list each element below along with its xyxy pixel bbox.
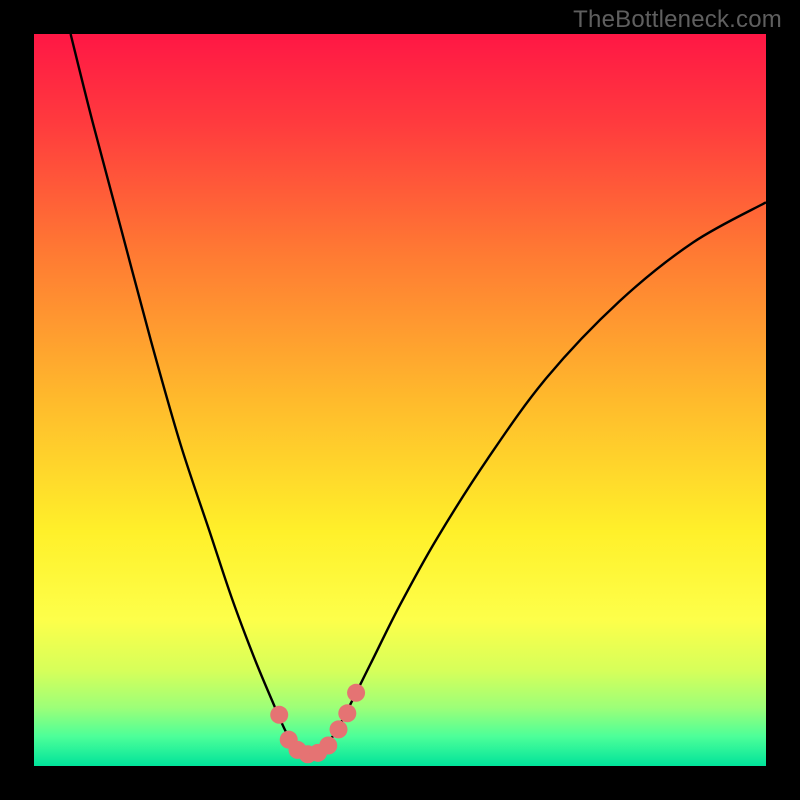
marker-dot xyxy=(338,704,356,722)
marker-dot xyxy=(347,684,365,702)
marker-dot xyxy=(319,737,337,755)
marker-dot xyxy=(270,706,288,724)
chart-stage: TheBottleneck.com xyxy=(0,0,800,800)
plot-area xyxy=(34,34,766,766)
sweet-spot-markers xyxy=(270,684,365,763)
marker-dot xyxy=(330,720,348,738)
bottleneck-curve xyxy=(71,34,766,755)
chart-overlay xyxy=(34,34,766,766)
watermark-text: TheBottleneck.com xyxy=(573,6,782,34)
